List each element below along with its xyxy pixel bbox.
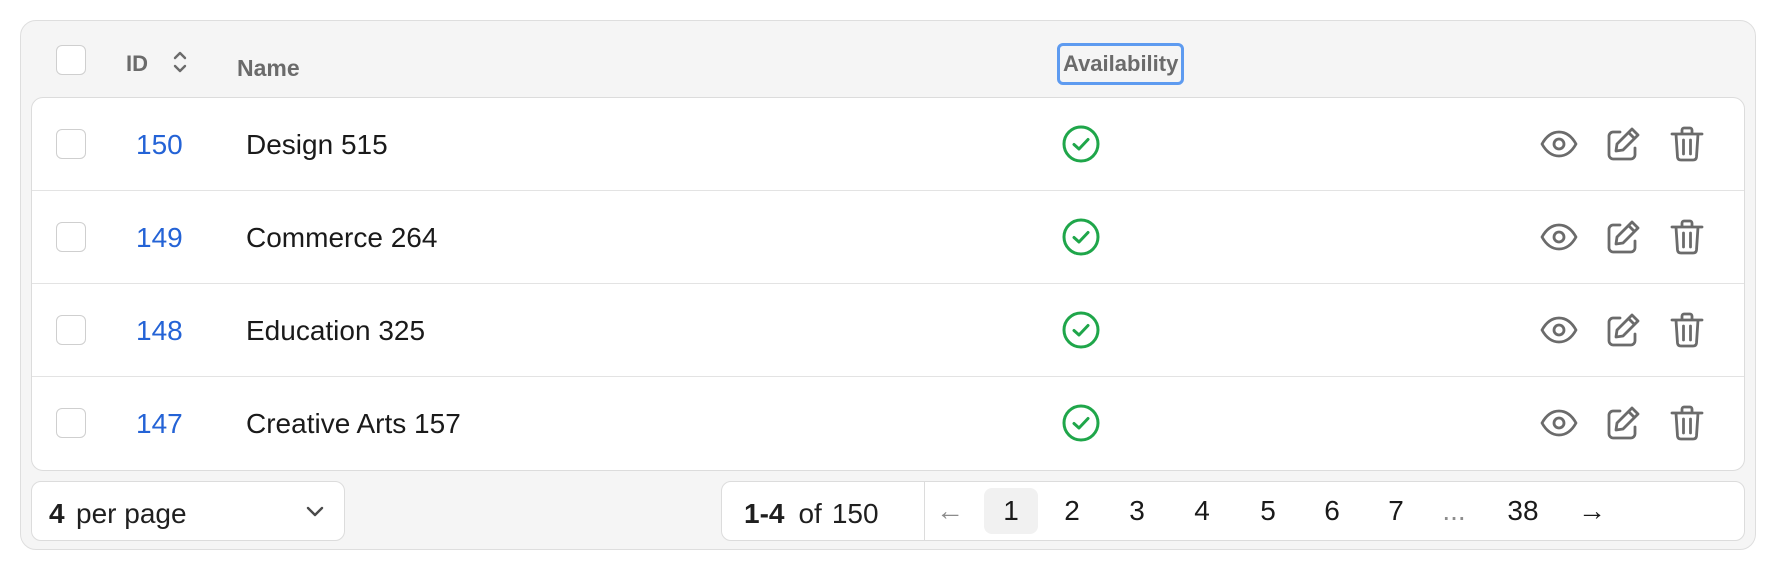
row-checkbox[interactable] [56, 129, 86, 159]
trash-icon [1670, 219, 1704, 255]
table-header: ID Name Availability [21, 21, 1755, 97]
row-checkbox[interactable] [56, 222, 86, 252]
sort-icon[interactable] [172, 47, 188, 77]
edit-button[interactable] [1601, 308, 1645, 352]
row-id-link[interactable]: 149 [136, 222, 183, 254]
eye-icon [1540, 130, 1578, 158]
row-actions [1537, 308, 1709, 352]
check-circle-icon [1062, 311, 1100, 349]
row-name: Commerce 264 [246, 222, 438, 253]
delete-button[interactable] [1665, 308, 1709, 352]
pencil-square-icon [1607, 406, 1640, 440]
page-button-6[interactable]: 6 [1312, 488, 1352, 534]
row-checkbox[interactable] [56, 408, 86, 438]
row-actions [1537, 401, 1709, 445]
pencil-square-icon [1607, 313, 1640, 347]
pencil-square-icon [1607, 127, 1640, 161]
per-page-select[interactable]: 4 per page [31, 481, 345, 541]
column-header-id[interactable]: ID [126, 51, 148, 77]
table-row: 148 Education 325 [32, 284, 1744, 377]
delete-button[interactable] [1665, 401, 1709, 445]
range-of-label: of [798, 498, 822, 529]
table-row: 150 Design 515 [32, 98, 1744, 191]
per-page-label: per page [76, 498, 187, 529]
view-button[interactable] [1537, 401, 1581, 445]
pagination: 1-4 of 150 ← 1 2 3 4 5 6 7 ... 38 → [721, 481, 1745, 541]
data-table: ID Name Availability 150 Design 515 149 … [20, 20, 1756, 550]
page-button-4[interactable]: 4 [1182, 488, 1222, 534]
row-name: Design 515 [246, 129, 388, 160]
pencil-square-icon [1607, 220, 1640, 254]
check-circle-icon [1062, 125, 1100, 163]
edit-button[interactable] [1601, 401, 1645, 445]
range-value: 1-4 [744, 498, 785, 529]
check-circle-icon [1062, 218, 1100, 256]
pagination-ellipsis: ... [1442, 495, 1466, 526]
eye-icon [1540, 409, 1578, 437]
table-body: 150 Design 515 149 Commerce 264 148 Educ… [31, 97, 1745, 471]
trash-icon [1670, 405, 1704, 441]
page-button-7[interactable]: 7 [1376, 488, 1416, 534]
view-button[interactable] [1537, 308, 1581, 352]
page-button-1[interactable]: 1 [984, 488, 1038, 534]
page-button-2[interactable]: 2 [1052, 488, 1092, 534]
row-id-link[interactable]: 148 [136, 315, 183, 347]
page-button-38[interactable]: 38 [1498, 488, 1548, 534]
eye-icon [1540, 223, 1578, 251]
row-checkbox[interactable] [56, 315, 86, 345]
table-row: 149 Commerce 264 [32, 191, 1744, 284]
prev-page-button[interactable]: ← [930, 488, 970, 534]
table-row: 147 Creative Arts 157 [32, 377, 1744, 470]
range-total: 150 [831, 498, 879, 529]
row-id-link[interactable]: 150 [136, 129, 183, 161]
trash-icon [1670, 312, 1704, 348]
delete-button[interactable] [1665, 122, 1709, 166]
view-button[interactable] [1537, 215, 1581, 259]
select-all-checkbox[interactable] [56, 45, 86, 75]
page-button-5[interactable]: 5 [1248, 488, 1288, 534]
column-header-name: Name [237, 55, 300, 81]
row-id-link[interactable]: 147 [136, 408, 183, 440]
row-actions [1537, 122, 1709, 166]
page-button-3[interactable]: 3 [1117, 488, 1157, 534]
pagination-range: 1-4 of 150 [744, 498, 879, 530]
pagination-divider [924, 482, 925, 540]
edit-button[interactable] [1601, 122, 1645, 166]
row-actions [1537, 215, 1709, 259]
view-button[interactable] [1537, 122, 1581, 166]
trash-icon [1670, 126, 1704, 162]
edit-button[interactable] [1601, 215, 1645, 259]
delete-button[interactable] [1665, 215, 1709, 259]
next-page-button[interactable]: → [1572, 488, 1612, 534]
eye-icon [1540, 316, 1578, 344]
row-name: Creative Arts 157 [246, 408, 461, 439]
column-header-availability[interactable]: Availability [1057, 43, 1185, 85]
per-page-value: 4 [49, 498, 65, 529]
check-circle-icon [1062, 404, 1100, 442]
row-name: Education 325 [246, 315, 426, 346]
chevron-down-icon [306, 506, 324, 517]
